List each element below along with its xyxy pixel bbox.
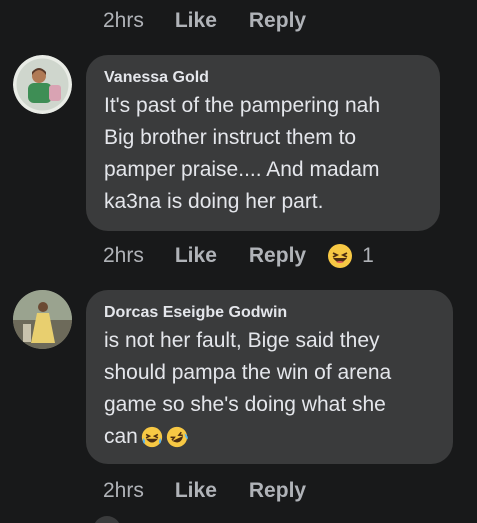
avatar[interactable] [13, 55, 72, 114]
reply-button[interactable]: Reply [249, 9, 306, 33]
reaction-count: 1 [362, 244, 374, 267]
like-button[interactable]: Like [175, 9, 217, 33]
comment-text: It's past of the pampering nah Big broth… [104, 94, 381, 213]
comment-bubble: Dorcas Eseigbe Godwin is not her fault, … [86, 290, 453, 464]
comment-actions: 2hrs Like Reply 1 [103, 241, 374, 271]
reply-button[interactable]: Reply [249, 244, 306, 268]
like-button[interactable]: Like [175, 244, 217, 268]
laughing-emoji-icon [141, 427, 163, 448]
comment-actions-top: 2hrs Like Reply [103, 6, 338, 36]
laughing-emoji-icon [328, 244, 353, 268]
comment-text: is not her fault, Bige said they should … [104, 325, 435, 453]
reply-button[interactable]: Reply [249, 479, 306, 503]
avatar[interactable] [93, 516, 121, 523]
avatar[interactable] [13, 290, 72, 349]
comment-timestamp[interactable]: 2hrs [103, 479, 144, 503]
comments-feed: 2hrs Like Reply Vanessa Gold It's past o… [0, 0, 477, 523]
rolling-laughing-emoji-icon [166, 427, 188, 448]
comment-author[interactable]: Vanessa Gold [104, 68, 422, 88]
comment-actions: 2hrs Like Reply [103, 476, 338, 506]
like-button[interactable]: Like [175, 479, 217, 503]
comment-bubble: Vanessa Gold It's past of the pampering … [86, 55, 440, 231]
comment-timestamp[interactable]: 2hrs [103, 9, 144, 33]
comment-timestamp[interactable]: 2hrs [103, 244, 144, 268]
reaction-summary[interactable]: 1 [327, 243, 374, 269]
comment-author[interactable]: Dorcas Eseigbe Godwin [104, 303, 435, 323]
